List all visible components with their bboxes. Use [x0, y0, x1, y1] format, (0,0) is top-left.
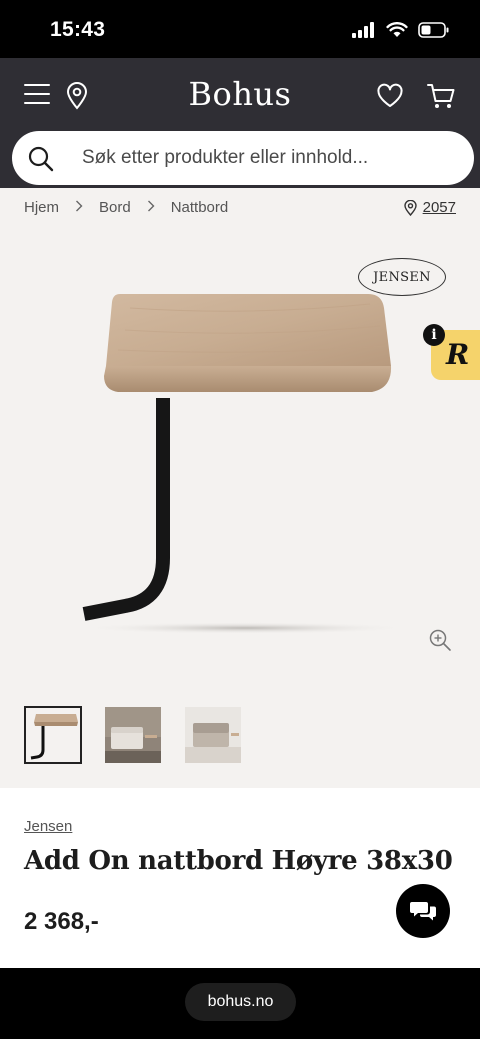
thumbnail-3[interactable] [184, 706, 242, 764]
heart-icon[interactable] [376, 83, 404, 109]
product-gallery-section: Hjem Bord Nattbord 2057 JENSEN R i [0, 188, 480, 788]
search-icon[interactable] [28, 146, 54, 172]
product-price: 2 368,- [24, 908, 99, 935]
thumbnail-1[interactable] [24, 706, 82, 764]
jensen-logo: JENSEN [358, 258, 446, 296]
search-input[interactable] [82, 131, 462, 185]
site-header: Bohus [0, 58, 480, 188]
info-icon[interactable]: i [423, 324, 445, 346]
product-brand-link[interactable]: Jensen [24, 818, 72, 835]
breadcrumb-item-hjem[interactable]: Hjem [24, 199, 59, 216]
breadcrumb: Hjem Bord Nattbord [24, 199, 228, 216]
status-time: 15:43 [50, 18, 106, 41]
chat-icon [410, 902, 436, 921]
thumbnail-2[interactable] [104, 706, 162, 764]
chevron-right-icon [75, 199, 83, 216]
signal-icon [352, 22, 374, 38]
product-title: Add On nattbord Høyre 38x30 [24, 846, 453, 876]
zip-code[interactable]: 2057 [423, 199, 456, 216]
breadcrumb-item-nattbord[interactable]: Nattbord [171, 199, 229, 216]
chevron-right-icon [147, 199, 155, 216]
zoom-in-icon[interactable] [428, 628, 452, 652]
url-bar[interactable]: bohus.no [185, 983, 296, 1021]
brand-logo[interactable]: Bohus [0, 75, 480, 113]
zip-code-selector[interactable]: 2057 [403, 199, 456, 216]
browser-bottom-bar: bohus.no [0, 968, 480, 1039]
product-image[interactable] [0, 258, 480, 658]
review-r-icon: R [446, 338, 470, 371]
product-info: Jensen Add On nattbord Høyre 38x30 2 368… [0, 788, 480, 968]
thumbnail-strip [24, 706, 242, 764]
chat-button[interactable] [396, 884, 450, 938]
search-bar[interactable] [12, 131, 474, 185]
breadcrumb-item-bord[interactable]: Bord [99, 199, 131, 216]
cart-icon[interactable] [426, 82, 456, 110]
wifi-icon [386, 22, 408, 37]
battery-icon [418, 22, 449, 38]
status-icons [352, 22, 450, 38]
location-pin-icon [403, 199, 417, 216]
status-bar: 15:43 [0, 0, 480, 58]
